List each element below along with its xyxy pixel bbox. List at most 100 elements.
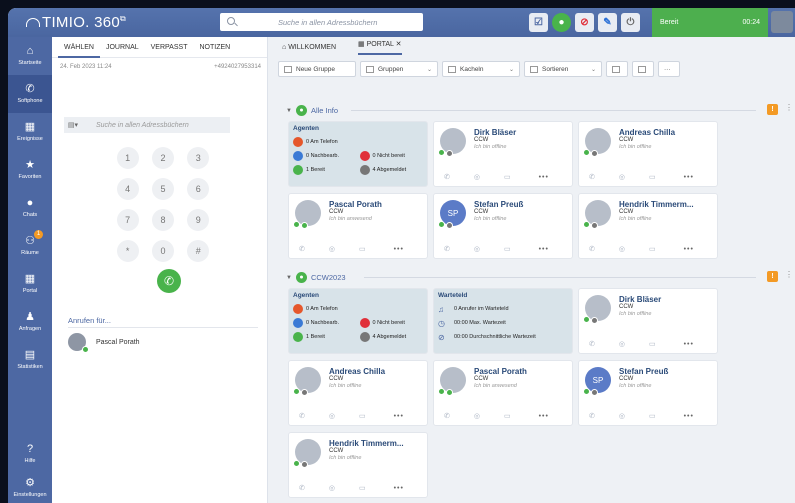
- video-icon[interactable]: ▭: [649, 340, 656, 348]
- agent-status-bar[interactable]: Bereit 00:24: [652, 8, 768, 37]
- sidebar-item-chats[interactable]: ● Chats: [8, 189, 52, 227]
- video-icon[interactable]: ▭: [359, 412, 366, 420]
- contact-card[interactable]: SP Stefan Preuß CCW Ich bin offline ✆ ◎ ▭ •••: [433, 193, 573, 259]
- tiles-dropdown[interactable]: Kacheln ⌄: [442, 61, 520, 77]
- tab-portal[interactable]: ▦ PORTAL ✕: [358, 40, 402, 55]
- edit-icon[interactable]: ✎: [598, 13, 617, 32]
- more-icon[interactable]: •••: [539, 413, 549, 420]
- key-5[interactable]: 5: [151, 178, 174, 200]
- contact-card[interactable]: Hendrik Timmerm... CCW Ich bin offline ✆ ◎ ▭…: [288, 432, 428, 498]
- more-icon[interactable]: •••: [539, 246, 549, 253]
- sidebar-item-statistics[interactable]: ▤ Statistiken: [8, 341, 52, 379]
- tab-notes[interactable]: NOTIZEN: [193, 37, 236, 58]
- phone-icon[interactable]: ✆: [589, 173, 595, 181]
- call-for-person[interactable]: Pascal Porath: [68, 333, 140, 353]
- chat-icon[interactable]: ◎: [619, 340, 625, 348]
- user-avatar[interactable]: [771, 11, 793, 33]
- video-icon[interactable]: ▭: [359, 245, 366, 253]
- contact-card[interactable]: Pascal Porath CCW Ich bin anwesend ✆ ◎ ▭ •••: [433, 360, 573, 426]
- sidebar-item-events[interactable]: ▦ Ereignisse: [8, 113, 52, 151]
- chat-icon[interactable]: ◎: [329, 245, 335, 253]
- video-icon[interactable]: ▭: [504, 173, 511, 181]
- video-icon[interactable]: ▭: [504, 245, 511, 253]
- video-icon[interactable]: ▭: [649, 173, 656, 181]
- phone-icon[interactable]: ✆: [589, 245, 595, 253]
- groups-dropdown[interactable]: Gruppen ⌄: [360, 61, 438, 77]
- contact-card[interactable]: Dirk Bläser CCW Ich bin offline ✆ ◎ ▭ •••: [578, 288, 718, 354]
- key-2[interactable]: 2: [151, 147, 174, 169]
- key-6[interactable]: 6: [187, 178, 210, 200]
- call-button[interactable]: ✆: [157, 269, 181, 293]
- sidebar-item-rooms[interactable]: ⚇ Räume 1: [8, 227, 52, 265]
- warning-badge[interactable]: !: [767, 104, 778, 115]
- phone-icon[interactable]: ✆: [444, 245, 450, 253]
- key-0[interactable]: 0: [151, 240, 174, 262]
- sort-dropdown[interactable]: Sortieren ⌄: [524, 61, 602, 77]
- more-icon[interactable]: ⋮: [785, 270, 793, 279]
- more-icon[interactable]: ⋮: [785, 103, 793, 112]
- more-icon[interactable]: •••: [394, 413, 404, 420]
- tab-welcome[interactable]: ⌂ WILLKOMMEN: [282, 44, 336, 51]
- video-icon[interactable]: ▭: [649, 412, 656, 420]
- chat-icon[interactable]: ◎: [474, 245, 480, 253]
- key-7[interactable]: 7: [116, 209, 139, 231]
- more-icon[interactable]: •••: [684, 246, 694, 253]
- video-icon[interactable]: ▭: [649, 245, 656, 253]
- more-button[interactable]: ···: [658, 61, 680, 77]
- key-1[interactable]: 1: [116, 147, 139, 169]
- available-status-icon[interactable]: ●: [552, 13, 571, 32]
- tab-journal[interactable]: JOURNAL: [100, 37, 145, 58]
- chat-icon[interactable]: ◎: [619, 412, 625, 420]
- view-grid-button[interactable]: [632, 61, 654, 77]
- dial-search-input[interactable]: ▤▾ Suche in allen Adressbüchern: [64, 117, 230, 133]
- group-header-ccw2023[interactable]: ▼ ● CCW2023: [286, 272, 346, 283]
- sidebar-item-favorites[interactable]: ★ Favoriten: [8, 151, 52, 189]
- power-icon[interactable]: ⏻: [621, 13, 640, 32]
- more-icon[interactable]: •••: [684, 341, 694, 348]
- contact-card[interactable]: Dirk Bläser CCW Ich bin offline ✆ ◎ ▭ •••: [433, 121, 573, 187]
- sidebar-item-settings[interactable]: ⚙ Einstellungen: [8, 469, 52, 503]
- key-star[interactable]: *: [116, 240, 139, 262]
- new-group-button[interactable]: Neue Gruppe: [278, 61, 356, 77]
- phone-icon[interactable]: ✆: [589, 412, 595, 420]
- checkbox-icon[interactable]: ☑: [529, 13, 548, 32]
- contact-card[interactable]: Pascal Porath CCW Ich bin anwesend ✆ ◎ ▭ •••: [288, 193, 428, 259]
- chat-icon[interactable]: ◎: [619, 245, 625, 253]
- phone-icon[interactable]: ✆: [299, 484, 305, 492]
- view-list-button[interactable]: [606, 61, 628, 77]
- key-8[interactable]: 8: [151, 209, 174, 231]
- more-icon[interactable]: •••: [684, 413, 694, 420]
- chat-icon[interactable]: ◎: [474, 412, 480, 420]
- contact-card[interactable]: Andreas Chilla CCW Ich bin offline ✆ ◎ ▭ •••: [578, 121, 718, 187]
- chat-icon[interactable]: ◎: [474, 173, 480, 181]
- group-header-alle-info[interactable]: ▼ ● Alle Info: [286, 105, 338, 116]
- chat-icon[interactable]: ◎: [329, 412, 335, 420]
- video-icon[interactable]: ▭: [359, 484, 366, 492]
- phone-icon[interactable]: ✆: [589, 340, 595, 348]
- key-hash[interactable]: #: [187, 240, 210, 262]
- phone-icon[interactable]: ✆: [299, 412, 305, 420]
- video-icon[interactable]: ▭: [504, 412, 511, 420]
- sidebar-item-requests[interactable]: ♟ Anfragen: [8, 303, 52, 341]
- sidebar-item-softphone[interactable]: ✆ Softphone: [8, 75, 52, 113]
- contact-card[interactable]: SP Stefan Preuß CCW Ich bin offline ✆ ◎ ▭ •••: [578, 360, 718, 426]
- phone-icon[interactable]: ✆: [444, 173, 450, 181]
- contact-card[interactable]: Andreas Chilla CCW Ich bin offline ✆ ◎ ▭ •••: [288, 360, 428, 426]
- more-icon[interactable]: •••: [539, 174, 549, 181]
- key-9[interactable]: 9: [187, 209, 210, 231]
- chat-icon[interactable]: ◎: [329, 484, 335, 492]
- warning-badge[interactable]: !: [767, 271, 778, 282]
- phone-icon[interactable]: ✆: [444, 412, 450, 420]
- tab-dial[interactable]: WÄHLEN: [58, 37, 100, 58]
- do-not-disturb-icon[interactable]: ⊘: [575, 13, 594, 32]
- more-icon[interactable]: •••: [394, 246, 404, 253]
- phonebook-icon[interactable]: ▤▾: [64, 121, 82, 129]
- more-icon[interactable]: •••: [684, 174, 694, 181]
- global-search-input[interactable]: Suche in allen Adressbüchern: [220, 13, 423, 31]
- contact-card[interactable]: Hendrik Timmerm... CCW Ich bin offline ✆ ◎ ▭…: [578, 193, 718, 259]
- more-icon[interactable]: •••: [394, 485, 404, 492]
- phone-icon[interactable]: ✆: [299, 245, 305, 253]
- key-3[interactable]: 3: [187, 147, 210, 169]
- sidebar-item-home[interactable]: ⌂ Startseite: [8, 37, 52, 75]
- key-4[interactable]: 4: [116, 178, 139, 200]
